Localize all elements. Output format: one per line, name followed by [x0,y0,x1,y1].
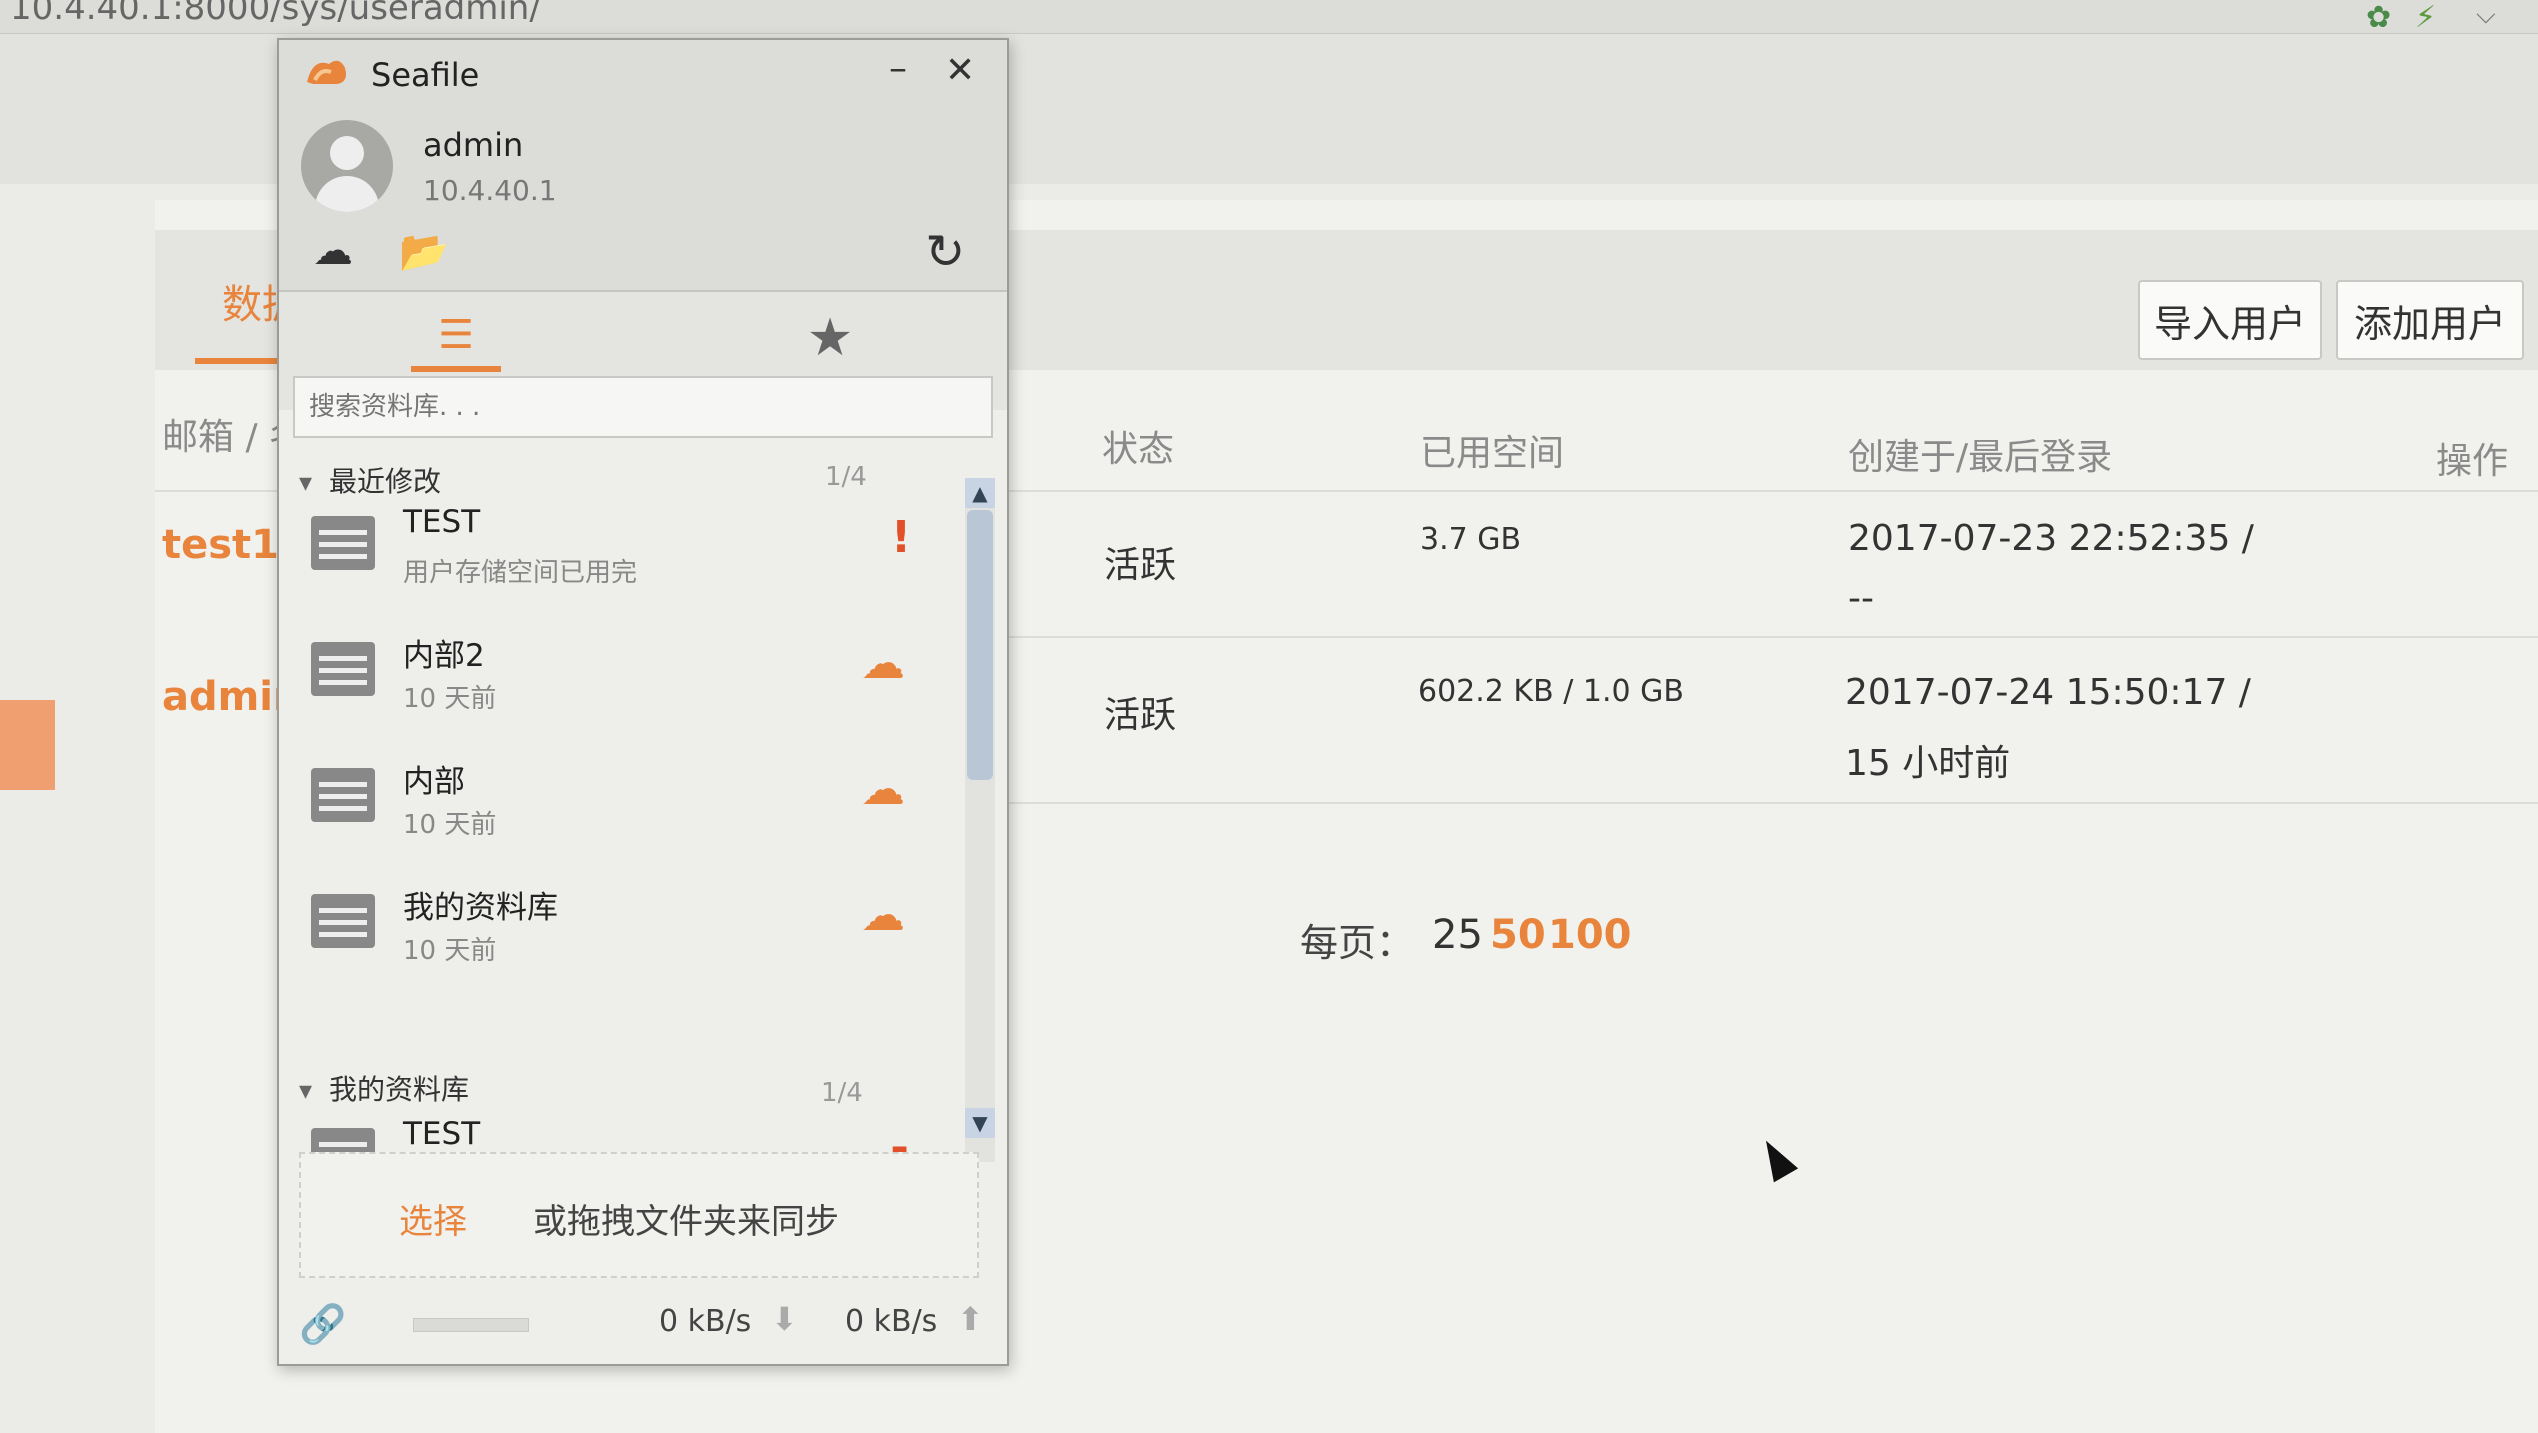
group-count: 1/4 [821,1078,863,1108]
library-name: TEST [403,1116,481,1152]
star-icon: ★ [806,308,854,368]
add-user-button[interactable]: 添加用户 [2336,280,2524,360]
user-last-login: -- [1848,578,1874,619]
browser-url-bar[interactable]: 10.4.40.1:8000/sys/useradmin/ ✿ ⚡ ⌵ [0,0,2538,35]
account-name: admin [423,126,524,164]
per-page-25: 25 [1432,912,1483,958]
select-folder-link[interactable]: 选择 [399,1194,467,1243]
column-header-used-space: 已用空间 [1420,433,1565,474]
user-status[interactable]: 活跃 [1104,686,1176,738]
drop-zone[interactable]: 选择 或拖拽文件夹来同步 [299,1152,979,1278]
per-page-label: 每页： [1300,921,1415,965]
drop-hint: 或拖拽文件夹来同步 [533,1202,839,1242]
list-item[interactable]: TEST 用户存储空间已用完 ! [279,494,969,620]
scroll-up-icon[interactable]: ▲ [965,478,995,508]
column-header-operations: 操作 [2436,441,2509,482]
seafile-window: Seafile – ✕ admin 10.4.40.1 ☁ 📂 ↻ ☰ ★ ▾ … [277,38,1009,1366]
cloud-icon: ☁ [861,764,905,815]
library-time: 10 天前 [403,684,497,714]
user-used-space: 602.2 KB / 1.0 GB [1418,674,1684,709]
library-stack-icon: ☰ [438,312,474,358]
download-rate: 0 kB/s [659,1304,752,1339]
group-count: 1/4 [825,462,867,492]
server-address: 10.4.40.1 [423,174,557,207]
list-item[interactable]: 内部 10 天前 ☁ [279,746,969,872]
user-created: 2017-07-23 22:52:35 / [1848,518,2254,559]
user-created: 2017-07-24 15:50:17 / [1845,672,2251,713]
sync-progress-bar [413,1318,529,1332]
user-status[interactable]: 活跃 [1104,536,1176,588]
group-label: 我的资料库 [328,1073,469,1106]
per-page-100[interactable]: 100 [1548,912,1632,958]
library-icon [311,894,375,948]
user-last-login: 15 小时前 [1845,743,2011,784]
upload-rate: 0 kB/s [845,1304,938,1339]
bolt-icon[interactable]: ⚡ [2415,0,2436,35]
library-name: 内部2 [403,638,485,674]
minimize-icon[interactable]: – [889,48,907,89]
library-icon [311,768,375,822]
seafile-title: Seafile [371,56,480,94]
library-name: 内部 [403,764,465,800]
chevron-down-icon[interactable]: ⌵ [2476,0,2496,31]
search-libraries-input[interactable] [293,376,993,438]
library-list: ▾ 最近修改 1/4 TEST 用户存储空间已用完 ! 内部2 10 天前 ☁ … [279,452,1007,1172]
refresh-icon[interactable]: ↻ [925,224,965,280]
chevron-down-icon: ▾ [299,1076,313,1106]
close-icon[interactable]: ✕ [945,50,975,91]
sidebar-active-marker [0,700,55,790]
row-divider [1000,802,2538,804]
warning-icon: ! [891,512,912,563]
folder-open-icon[interactable]: 📂 [399,228,449,275]
scroll-down-icon[interactable]: ▼ [965,1108,995,1138]
cloud-download-icon[interactable]: ☁ [313,228,353,274]
tab-starred[interactable]: ★ [785,304,875,372]
column-header-created: 创建于/最后登录 [1848,437,2113,478]
library-time: 10 天前 [403,936,497,966]
seafile-header: Seafile – ✕ admin 10.4.40.1 ☁ 📂 ↻ [279,40,1007,292]
row-divider [1000,636,2538,638]
column-header-status: 状态 [1102,429,1175,470]
extension-icon[interactable]: ✿ [2366,0,2391,35]
library-icon [311,516,375,570]
group-my-libraries[interactable]: ▾ 我的资料库 [299,1068,469,1108]
library-status-text: 用户存储空间已用完 [403,558,638,588]
avatar[interactable] [301,120,393,212]
seafile-logo-icon [307,60,346,84]
link-icon[interactable]: 🔗 [299,1302,346,1347]
list-item[interactable]: 我的资料库 10 天前 ☁ [279,872,969,998]
cloud-icon: ☁ [861,638,905,689]
upload-arrow-icon: ⬆ [957,1300,984,1338]
library-icon [311,642,375,696]
status-bar: 🔗 0 kB/s ⬇ 0 kB/s ⬆ [279,1294,1007,1364]
library-name: 我的资料库 [403,890,558,926]
download-arrow-icon: ⬇ [771,1300,798,1338]
scrollbar-thumb[interactable] [967,510,993,780]
library-time: 10 天前 [403,810,497,840]
list-item[interactable]: 内部2 10 天前 ☁ [279,620,969,746]
library-name: TEST [403,504,481,540]
cloud-icon: ☁ [861,890,905,941]
url-text[interactable]: 10.4.40.1:8000/sys/useradmin/ [10,0,541,28]
per-page-50[interactable]: 50 [1490,912,1546,958]
tab-libraries[interactable]: ☰ [411,304,501,372]
user-used-space: 3.7 GB [1420,522,1522,557]
import-users-button[interactable]: 导入用户 [2138,280,2322,360]
